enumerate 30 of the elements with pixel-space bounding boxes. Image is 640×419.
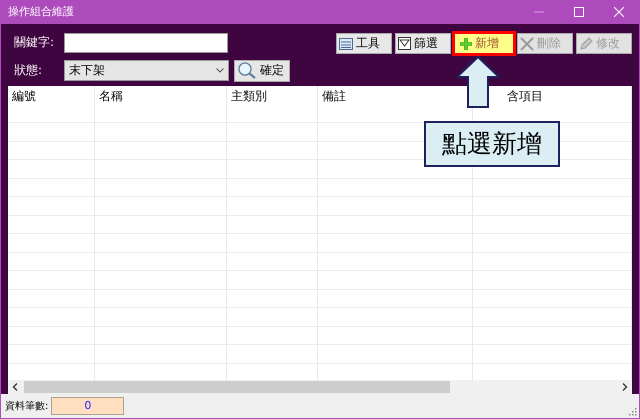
- column-header[interactable]: 名稱: [99, 88, 123, 103]
- status-dropdown[interactable]: 末下架: [64, 60, 229, 82]
- status-label: 狀態:: [13, 62, 44, 80]
- keyword-label: 關鍵字:: [13, 34, 56, 52]
- horizontal-scrollbar[interactable]: [8, 380, 632, 394]
- window-title: 操作組合維護: [8, 4, 75, 20]
- column-header[interactable]: 編號: [12, 88, 36, 103]
- chevron-right-icon[interactable]: [622, 382, 628, 391]
- close-icon[interactable]: [614, 6, 624, 17]
- filter-button[interactable]: 篩選: [395, 33, 451, 54]
- plus-icon: [460, 38, 472, 50]
- column-header[interactable]: 主類別: [231, 88, 267, 103]
- maximize-icon[interactable]: [574, 6, 584, 17]
- callout-label: 點選新增: [424, 120, 560, 167]
- add-button[interactable]: 新增: [454, 33, 514, 54]
- search-icon: [237, 62, 257, 80]
- callout-arrow: [456, 56, 500, 108]
- chevron-down-icon: [216, 68, 224, 74]
- column-header[interactable]: 備註: [322, 88, 346, 103]
- resize-grip-icon[interactable]: [629, 408, 637, 416]
- confirm-button[interactable]: 確定: [234, 60, 290, 82]
- record-count-label: 資料筆數:: [5, 400, 48, 413]
- record-count-field: 0: [51, 396, 124, 415]
- tools-button[interactable]: 工具: [336, 33, 392, 54]
- pencil-icon: [579, 36, 593, 51]
- x-icon: [520, 36, 534, 51]
- column-header[interactable]: 含項目: [507, 88, 543, 103]
- chevron-left-icon[interactable]: [12, 382, 18, 391]
- list-icon: [339, 38, 353, 50]
- keyword-field[interactable]: [64, 32, 228, 53]
